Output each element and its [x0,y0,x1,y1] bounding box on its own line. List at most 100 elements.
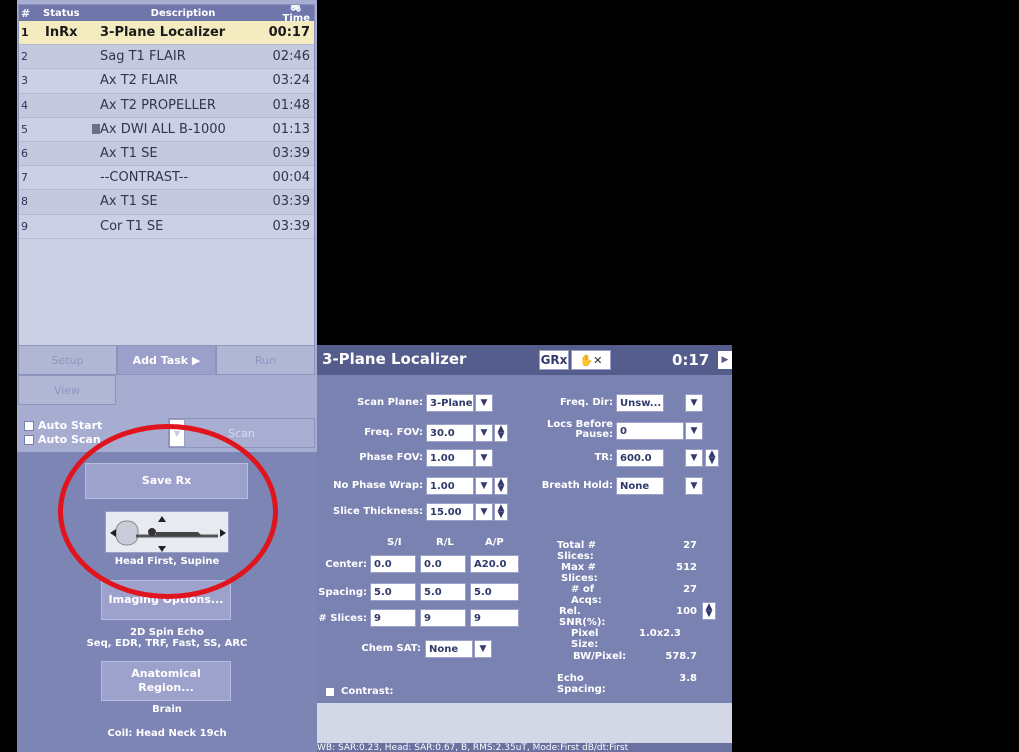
freq-dir-field[interactable]: Unsw... [616,394,664,412]
coil-label: Coil: Head Neck 19ch [107,728,227,739]
tr-field[interactable]: 600.0 [616,449,664,467]
row-description-text: Ax DWI ALL B-1000 [100,121,226,137]
protocol-row[interactable]: 8 Ax T1 SE 03:39 [19,190,314,215]
sequence-options: Seq, EDR, TRF, Fast, SS, ARC [86,638,248,649]
row-time: 00:04 [272,170,310,186]
freq-fov-dropdown-icon[interactable]: ▼ [475,424,493,442]
freq-fov-label: Freq. FOV: [364,427,423,438]
row-description: Cor T1 SE [100,218,164,234]
auto-scan-checkbox[interactable] [24,434,34,445]
col-description[interactable]: Description [96,8,266,19]
protocol-header: 3-Plane Localizer GRx ✋ ✕ 0:17 ▶ [317,345,732,375]
add-task-button[interactable]: Add Task ▶ [117,345,216,375]
slice-thickness-field[interactable]: 15.00 [426,503,474,521]
contrast-checkbox[interactable] [325,687,335,697]
row-time: 02:46 [272,49,310,65]
run-button[interactable]: Run [216,345,315,375]
center-label: Center: [325,559,367,570]
protocol-row[interactable]: 3 Ax T2 FLAIR 03:24 [19,69,314,94]
bw-pixel-label: BW/Pixel: [573,651,627,662]
locs-before-pause-dropdown-icon[interactable]: ▼ [685,422,703,440]
setup-button[interactable]: Setup [18,345,117,375]
row-time: 03:39 [272,146,310,162]
row-num: 2 [21,50,28,64]
col-num[interactable]: # [19,7,37,20]
row-num: 3 [21,74,28,88]
breath-hold-field[interactable]: None [616,477,664,495]
protocol-list-header: # Status Description 🖇 Time [19,5,314,24]
locs-before-pause-field[interactable]: 0 [616,422,684,440]
protocol-row[interactable]: 6 Ax T1 SE 03:39 [19,141,314,167]
tr-stepper-icon[interactable]: ▲ ▼ [705,449,719,467]
slices-si-field[interactable]: 9 [370,609,416,627]
slices-rl-field[interactable]: 9 [420,609,466,627]
phase-fov-dropdown-icon[interactable]: ▼ [475,449,493,467]
center-rl-field[interactable]: 0.0 [420,555,466,573]
next-arrow-icon[interactable]: ▶ [718,351,732,369]
view-button[interactable]: View [18,375,116,405]
spacing-rl-field[interactable]: 5.0 [420,583,466,601]
freq-dir-label: Freq. Dir: [559,397,613,408]
row-time: 03:39 [272,194,310,210]
slice-thickness-dropdown-icon[interactable]: ▼ [475,503,493,521]
phase-fov-field[interactable]: 1.00 [426,449,474,467]
spacing-ap-field[interactable]: 5.0 [470,583,519,601]
close-icon: ✕ [593,353,603,367]
freq-dir-dropdown-icon[interactable]: ▼ [685,394,703,412]
contrast-label: Contrast: [341,686,394,697]
auto-start[interactable]: Auto Start [24,419,102,432]
anatomical-region-button[interactable]: Anatomical Region... [101,661,231,701]
no-phase-wrap-label: No Phase Wrap: [333,480,423,491]
protocol-row[interactable]: 1 InRx 3-Plane Localizer 00:17 [19,21,314,46]
protocol-row[interactable]: 5 Ax DWI ALL B-1000 01:13 [19,118,314,142]
row-num: 4 [21,98,28,112]
row-status: InRx [45,25,78,41]
protocol-row[interactable]: 2 Sag T1 FLAIR 02:46 [19,45,314,70]
col-time[interactable]: 🖇 Time [266,5,314,24]
no-phase-wrap-field[interactable]: 1.00 [426,477,474,495]
triangle-right-icon: ▶ [191,353,201,367]
protocol-rows: 1 InRx 3-Plane Localizer 00:17 2 Sag T1 FLAIR… [19,21,314,239]
col-status[interactable]: Status [37,8,96,19]
auto-start-label: Auto Start [38,419,103,432]
freq-fov-stepper-icon[interactable]: ▲ ▼ [494,424,508,442]
center-ap-field[interactable]: A20.0 [470,555,519,573]
hand-close-tool-button[interactable]: ✋ ✕ [571,350,611,370]
sar-status-bar: WB: SAR:0.23, Head: SAR:0.67, B, RMS:2.3… [317,743,732,752]
rel-snr-stepper-icon[interactable]: ▲ ▼ [702,602,716,620]
row-description: 3-Plane Localizer [100,25,226,41]
slices-label: # Slices: [318,613,367,624]
row-num: 7 [21,171,28,185]
breath-hold-dropdown-icon[interactable]: ▼ [685,477,703,495]
spacing-label: Spacing: [318,587,367,598]
tr-dropdown-icon[interactable]: ▼ [685,449,703,467]
scan-plane-field[interactable]: 3-Plane [426,394,474,412]
slice-thickness-stepper-icon[interactable]: ▲ ▼ [494,503,508,521]
slice-thickness-label: Slice Thickness: [333,506,423,517]
screen: # Status Description 🖇 Time 1 InRx 3-Plane … [0,0,1019,752]
freq-fov-field[interactable]: 30.0 [426,424,474,442]
anatomical-region-value: Brain [152,704,182,715]
scan-plane-dropdown-icon[interactable]: ▼ [475,394,493,412]
protocol-row[interactable]: 9 Cor T1 SE 03:39 [19,215,314,239]
pixel-size-value: 1.0x2.3 [639,628,681,639]
row-description: Sag T1 FLAIR [100,49,186,65]
chem-sat-field[interactable]: None [425,640,473,658]
bw-pixel-value: 578.7 [665,651,697,662]
auto-start-checkbox[interactable] [24,420,34,431]
no-phase-wrap-stepper-icon[interactable]: ▲ ▼ [494,477,508,495]
add-task-label: Add Task [132,353,189,367]
row-description: --CONTRAST-- [100,170,189,186]
auto-scan[interactable]: Auto Scan [24,433,101,446]
protocol-row[interactable]: 7 --CONTRAST-- 00:04 [19,166,314,191]
chem-sat-label: Chem SAT: [361,643,421,654]
slices-ap-field[interactable]: 9 [470,609,519,627]
phase-fov-label: Phase FOV: [359,452,423,463]
no-phase-wrap-dropdown-icon[interactable]: ▼ [475,477,493,495]
center-si-field[interactable]: 0.0 [370,555,416,573]
spacing-si-field[interactable]: 5.0 [370,583,416,601]
message-area [317,703,732,743]
protocol-row[interactable]: 4 Ax T2 PROPELLER 01:48 [19,93,314,118]
grx-button[interactable]: GRx [539,350,569,370]
chem-sat-dropdown-icon[interactable]: ▼ [474,640,492,658]
